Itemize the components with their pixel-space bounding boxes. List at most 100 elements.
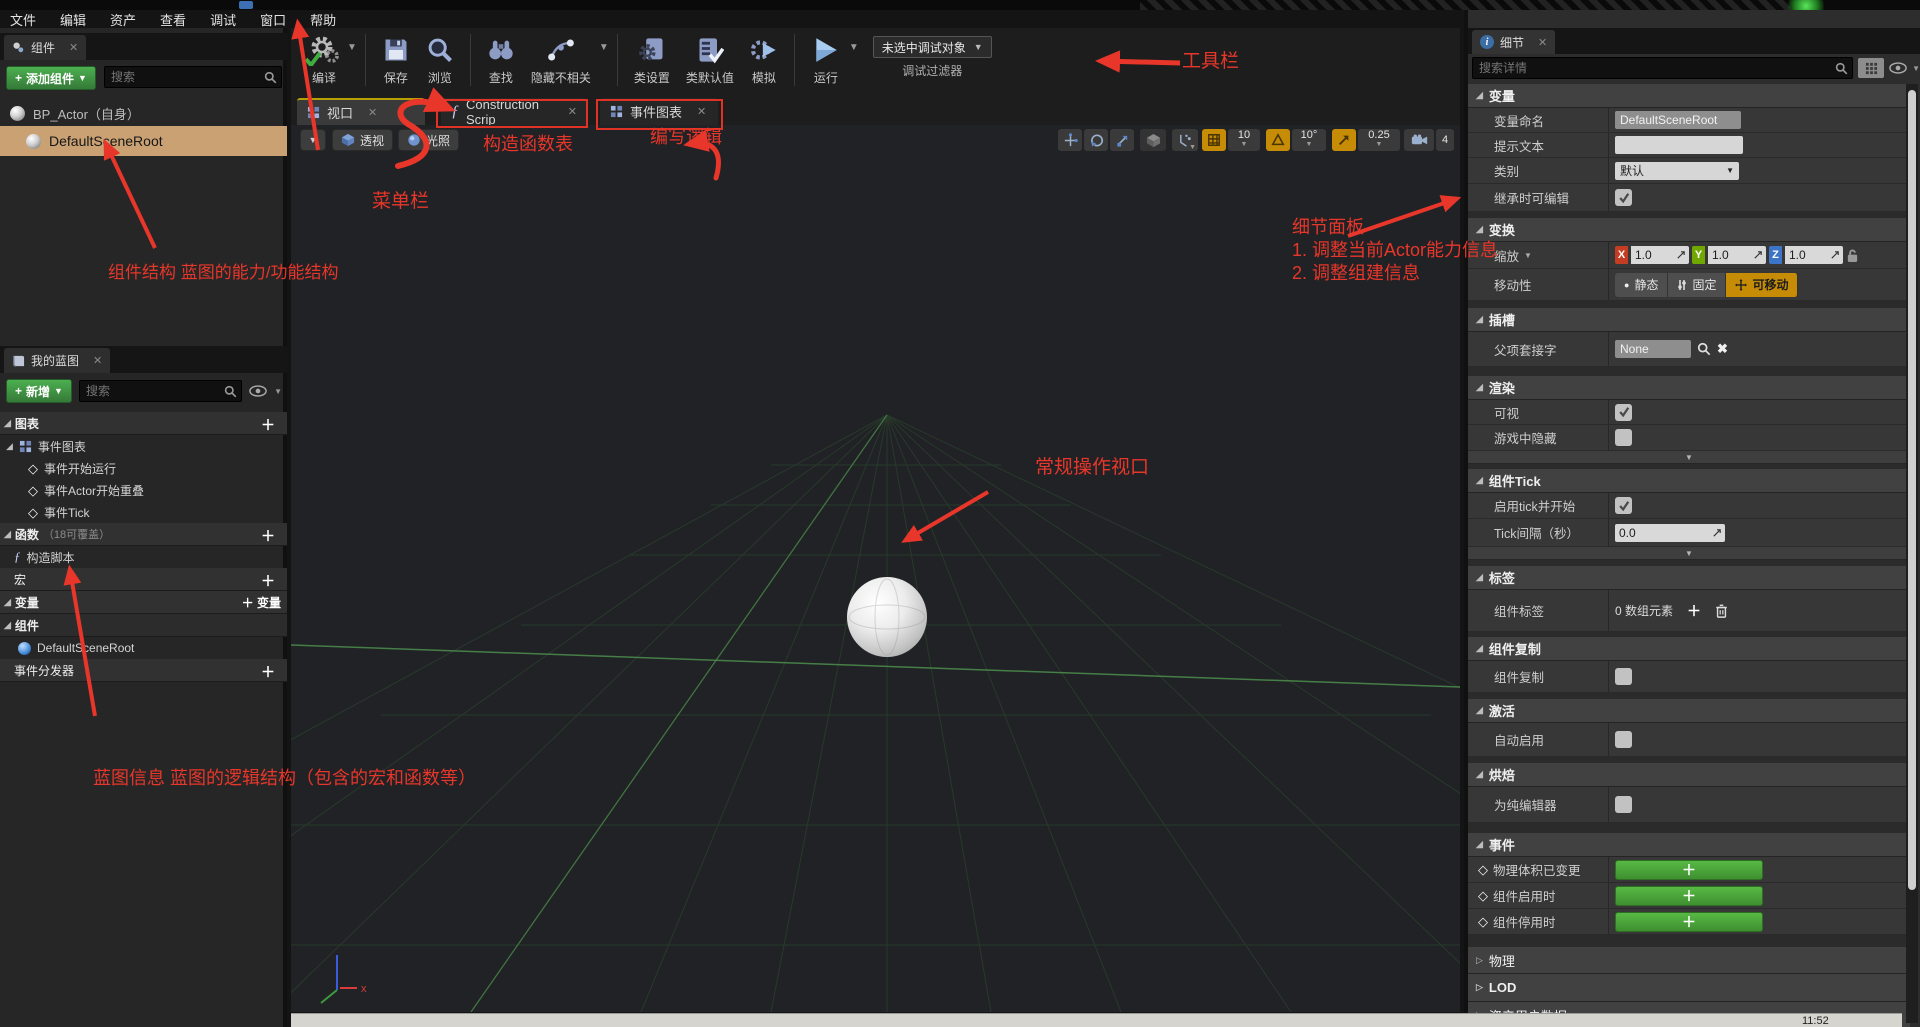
myblueprint-search-input[interactable] — [84, 383, 224, 399]
menu-asset[interactable]: 资产 — [110, 10, 136, 29]
close-icon[interactable]: ✕ — [697, 105, 706, 118]
tab-viewport[interactable]: 视口 ✕ — [297, 98, 425, 125]
surface-snap-button[interactable]: ▼ — [1172, 129, 1198, 151]
close-icon[interactable]: ✕ — [1538, 36, 1547, 49]
add-element-icon[interactable]: ＋ — [1687, 601, 1701, 621]
debug-object-dropdown[interactable]: 未选中调试对象 ▼ — [873, 36, 992, 58]
section-transform[interactable]: ◢变换 — [1468, 218, 1910, 242]
menu-help[interactable]: 帮助 — [310, 10, 336, 29]
tree-item-defaultsceneroot[interactable]: DefaultSceneRoot — [0, 126, 287, 156]
add-event-deactivated-button[interactable]: ＋ — [1615, 912, 1763, 932]
menu-edit[interactable]: 编辑 — [60, 10, 86, 29]
tick-expander[interactable]: ▼ — [1468, 547, 1910, 560]
rotate-tool-button[interactable] — [1084, 129, 1108, 151]
details-search[interactable] — [1472, 57, 1853, 79]
translate-tool-button[interactable] — [1058, 129, 1082, 151]
socket-search-icon[interactable] — [1697, 342, 1711, 356]
hidden-in-game-checkbox[interactable] — [1615, 429, 1632, 446]
add-dispatcher-button[interactable]: ＋ — [261, 662, 275, 682]
compile-button[interactable]: 编译 — [301, 28, 347, 86]
coordinate-space-button[interactable] — [1140, 129, 1166, 151]
tree-item-bp-actor[interactable]: BP_Actor（自身） — [0, 100, 287, 126]
add-macro-button[interactable]: ＋ — [261, 571, 275, 591]
rotation-snap-value-button[interactable]: 10°▼ — [1292, 129, 1326, 151]
simulate-button[interactable]: 模拟 — [742, 28, 786, 86]
scrollbar-thumb[interactable] — [1908, 90, 1916, 890]
section-components-category[interactable]: ◢ 组件 — [0, 614, 287, 637]
save-button[interactable]: 保存 — [374, 28, 418, 86]
components-search[interactable] — [104, 66, 282, 88]
perspective-button[interactable]: 透视 — [332, 129, 393, 151]
add-variable-button[interactable]: ＋ 变量 — [242, 594, 281, 611]
add-event-activated-button[interactable]: ＋ — [1615, 886, 1763, 906]
section-tags[interactable]: ◢标签 — [1468, 566, 1910, 590]
parent-socket-field[interactable]: None — [1615, 340, 1691, 358]
play-button[interactable]: 运行 — [803, 28, 849, 86]
hide-unrelated-button[interactable]: 隐藏不相关 — [523, 28, 599, 86]
scale-tool-button[interactable] — [1110, 129, 1134, 151]
menu-debug[interactable]: 调试 — [210, 10, 236, 29]
item-event-tick[interactable]: ◇ 事件Tick — [0, 501, 287, 523]
section-replication[interactable]: ◢组件复制 — [1468, 637, 1910, 661]
item-defaultsceneroot-var[interactable]: DefaultSceneRoot — [0, 637, 287, 659]
add-graph-button[interactable]: ＋ — [261, 415, 275, 435]
item-construction-script[interactable]: ƒ 构造脚本 — [0, 546, 287, 568]
auto-activate-checkbox[interactable] — [1615, 731, 1632, 748]
section-physics[interactable]: ▷物理 — [1468, 947, 1910, 974]
tooltip-field[interactable] — [1615, 136, 1743, 154]
components-search-input[interactable] — [109, 69, 264, 85]
section-dispatchers[interactable]: 事件分发器 ＋ — [0, 659, 287, 682]
scale-z-field[interactable]: 1.0 — [1785, 246, 1843, 264]
details-scrollbar[interactable] — [1906, 84, 1918, 1023]
close-icon[interactable]: ✕ — [368, 106, 377, 119]
new-button[interactable]: + 新增 ▼ — [6, 379, 72, 403]
browse-button[interactable]: 浏览 — [418, 28, 462, 86]
lock-icon[interactable] — [1846, 248, 1859, 263]
section-events[interactable]: ◢事件 — [1468, 833, 1910, 857]
scale-y-field[interactable]: 1.0 — [1708, 246, 1766, 264]
section-lod[interactable]: ▷LOD — [1468, 974, 1910, 1002]
rotation-snap-toggle[interactable] — [1266, 129, 1290, 151]
chevron-down-icon[interactable]: ▼ — [1524, 251, 1532, 260]
menu-file[interactable]: 文件 — [10, 10, 36, 29]
add-component-button[interactable]: + 添加组件 ▼ — [6, 66, 96, 90]
close-icon[interactable]: ✕ — [93, 354, 102, 367]
section-rendering[interactable]: ◢渲染 — [1468, 376, 1910, 400]
rendering-expander[interactable]: ▼ — [1468, 451, 1910, 464]
section-macros[interactable]: 宏 ＋ — [0, 568, 287, 591]
class-settings-button[interactable]: 类设置 — [626, 28, 678, 86]
section-sockets[interactable]: ◢插槽 — [1468, 308, 1910, 332]
menu-view[interactable]: 查看 — [160, 10, 186, 29]
chevron-down-icon[interactable]: ▼ — [274, 387, 282, 396]
tab-construction-script[interactable]: ƒ Construction Scrip ✕ — [441, 98, 587, 125]
chevron-down-icon[interactable]: ▼ — [347, 42, 357, 53]
add-function-button[interactable]: ＋ — [261, 526, 275, 546]
add-event-physics-volume-button[interactable]: ＋ — [1615, 860, 1763, 880]
section-activation[interactable]: ◢激活 — [1468, 699, 1910, 723]
menu-window[interactable]: 窗口 — [260, 10, 286, 29]
item-event-beginplay[interactable]: ◇ 事件开始运行 — [0, 457, 287, 479]
section-variable[interactable]: ◢变量 — [1468, 84, 1910, 108]
visible-checkbox[interactable] — [1615, 404, 1632, 421]
section-component-tick[interactable]: ◢组件Tick — [1468, 469, 1910, 493]
section-graphs[interactable]: ◢ 图表 ＋ — [0, 412, 287, 435]
trash-icon[interactable] — [1715, 604, 1728, 618]
tab-details[interactable]: i 细节 ✕ — [1472, 30, 1555, 54]
tick-interval-field[interactable]: 0.0 — [1615, 524, 1725, 542]
tab-event-graph[interactable]: 事件图表 ✕ — [600, 98, 718, 125]
camera-speed-value-button[interactable]: 4 — [1436, 129, 1454, 151]
details-search-input[interactable] — [1477, 60, 1835, 76]
viewport-3d[interactable]: ▼ 透视 光照 ▼ 10▼ — [291, 125, 1460, 1012]
section-variables[interactable]: ◢ 变量 ＋ 变量 — [0, 591, 287, 614]
eye-icon[interactable] — [249, 385, 267, 397]
grid-snap-toggle[interactable] — [1202, 129, 1226, 151]
chevron-down-icon[interactable]: ▼ — [599, 42, 609, 53]
editable-checkbox[interactable] — [1615, 189, 1632, 206]
item-event-actorbeginoverlap[interactable]: ◇ 事件Actor开始重叠 — [0, 479, 287, 501]
mobility-static-button[interactable]: ●静态 — [1615, 273, 1668, 297]
mobility-movable-button[interactable]: 可移动 — [1726, 273, 1798, 297]
viewport-options-button[interactable]: ▼ — [300, 129, 326, 151]
category-dropdown[interactable]: 默认 ▼ — [1615, 162, 1739, 180]
item-event-graph[interactable]: ◢ 事件图表 — [0, 435, 287, 457]
chevron-down-icon[interactable]: ▼ — [1912, 64, 1920, 73]
